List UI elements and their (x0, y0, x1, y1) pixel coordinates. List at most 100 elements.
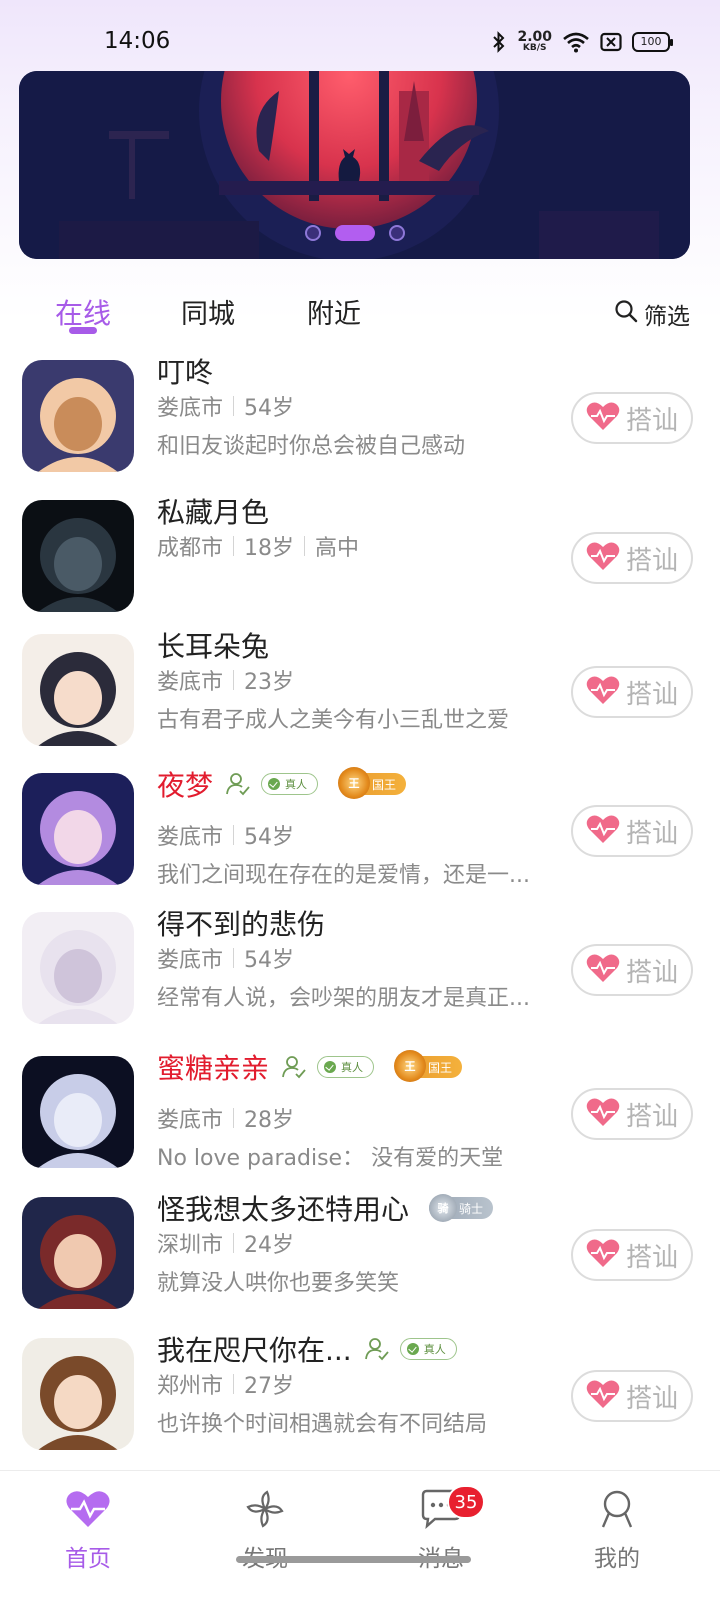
greet-label: 搭讪 (625, 957, 678, 988)
divider (233, 1233, 235, 1253)
battery-icon: 100 (632, 31, 673, 52)
user-name: 得不到的悲伤 (157, 908, 326, 941)
name-line: 夜梦 真人 王国王 (157, 764, 407, 804)
name-line: 我在咫尺你在... 真人 (157, 1329, 457, 1369)
user-city: 娄底市 (157, 1108, 224, 1133)
greet-button[interactable]: 搭讪 (571, 1229, 693, 1281)
message-count-badge: 35 (447, 1485, 485, 1519)
tab-same-city[interactable]: 同城 (181, 292, 235, 331)
divider (233, 1374, 235, 1394)
list-item[interactable]: 蜜糖亲亲 真人 王国王 娄底市 28岁 No love paradise： 没有爱的天堂 搭… (0, 1044, 720, 1174)
user-age: 18岁 (244, 536, 295, 561)
banner-dot-active[interactable] (334, 225, 375, 241)
greet-button[interactable]: 搭讪 (571, 805, 693, 857)
greet-button[interactable]: 搭讪 (571, 1088, 693, 1140)
divider (233, 670, 235, 690)
user-name: 私藏月色 (157, 496, 270, 529)
king-label: 国王 (428, 1060, 453, 1075)
greet-button[interactable]: 搭讪 (571, 666, 693, 718)
user-meta: 深圳市 24岁 (157, 1227, 294, 1259)
heart-icon (586, 1379, 620, 1413)
real-person-badge: 真人 (261, 773, 319, 795)
name-line: 得不到的悲伤 (157, 903, 325, 943)
user-signature: No love paradise： 没有爱的天堂 (157, 1146, 504, 1171)
user-avatar[interactable] (22, 634, 134, 746)
king-rank-badge: 王国王 (394, 1050, 463, 1082)
filter-button[interactable]: 筛选 (614, 297, 690, 331)
greet-label: 搭讪 (625, 1383, 678, 1414)
tab-bar: 在线 同城 附近 筛选 (0, 280, 720, 340)
list-item[interactable]: 夜梦 真人 王国王 娄底市 54岁 我们之间现在存在的是爱情，还是一... 搭讪 (0, 761, 720, 891)
user-meta: 郑州市 27岁 (157, 1368, 294, 1400)
user-avatar[interactable] (22, 1056, 134, 1168)
user-name: 夜梦 (157, 769, 214, 802)
banner-dot[interactable] (388, 225, 405, 241)
user-age: 24岁 (244, 1233, 295, 1258)
pinwheel-icon (245, 1489, 285, 1533)
user-age: 23岁 (244, 670, 295, 695)
banner-pagination (19, 225, 690, 241)
user-age: 54岁 (244, 948, 295, 973)
status-time: 14:06 (104, 28, 171, 54)
user-avatar[interactable] (22, 360, 134, 472)
check-icon (324, 1061, 337, 1073)
banner-carousel[interactable] (19, 71, 690, 259)
sim-off-icon (600, 32, 622, 52)
user-city: 郑州市 (157, 1374, 224, 1399)
verified-person-icon (364, 1337, 390, 1361)
search-icon (614, 299, 638, 329)
user-city: 娄底市 (157, 670, 224, 695)
user-avatar[interactable] (22, 912, 134, 1024)
bluetooth-icon (491, 30, 507, 53)
greet-button[interactable]: 搭讪 (571, 392, 693, 444)
tab-indicator (69, 327, 97, 334)
user-signature: 和旧友谈起时你总会被自己感动 (157, 434, 466, 459)
user-meta: 娄底市 54岁 (157, 819, 294, 851)
status-bar: 14:06 2.00 KB/S 100 (0, 0, 720, 70)
list-item[interactable]: 长耳朵兔 娄底市 23岁 古有君子成人之美今有小三乱世之爱 搭讪 (0, 622, 720, 752)
wifi-icon (562, 31, 590, 53)
name-line: 私藏月色 (157, 491, 269, 531)
divider (233, 1108, 235, 1128)
real-person-badge: 真人 (317, 1056, 375, 1078)
nav-home[interactable]: 首页 (28, 1489, 148, 1573)
user-name: 长耳朵兔 (157, 630, 270, 663)
banner-dot[interactable] (304, 225, 321, 241)
user-avatar[interactable] (22, 1338, 134, 1450)
list-item[interactable]: 私藏月色 成都市 18岁 高中 搭讪 (0, 488, 720, 618)
tab-online[interactable]: 在线 (55, 292, 111, 332)
home-indicator (236, 1556, 471, 1563)
greet-button[interactable]: 搭讪 (571, 1370, 693, 1422)
bottom-nav: 首页 发现 35 消息 (0, 1470, 720, 1600)
user-signature: 就算没人哄你也要多笑笑 (157, 1271, 400, 1296)
tab-nearby[interactable]: 附近 (307, 292, 361, 331)
greet-button[interactable]: 搭讪 (571, 532, 693, 584)
real-person-label: 真人 (285, 778, 308, 791)
divider (233, 825, 235, 845)
real-person-label: 真人 (423, 1343, 446, 1356)
knight-crest-icon: 骑 (429, 1194, 458, 1222)
user-signature: 也许换个时间相遇就会有不同结局 (157, 1412, 488, 1437)
user-name: 蜜糖亲亲 (157, 1052, 270, 1085)
list-item[interactable]: 我在咫尺你在... 真人郑州市 27岁也许换个时间相遇就会有不同结局 搭讪 (0, 1326, 720, 1456)
status-icons: 2.00 KB/S 100 (491, 30, 673, 53)
name-line: 长耳朵兔 (157, 625, 269, 665)
user-avatar[interactable] (22, 1197, 134, 1309)
divider (233, 536, 235, 556)
user-avatar[interactable] (22, 773, 134, 885)
user-avatar[interactable] (22, 500, 134, 612)
user-age: 54岁 (244, 396, 295, 421)
list-item[interactable]: 得不到的悲伤 娄底市 54岁 经常有人说，会吵架的朋友才是真正... 搭讪 (0, 900, 720, 1030)
name-line: 叮咚 (157, 351, 213, 391)
king-crest-icon: 王 (394, 1050, 427, 1082)
user-name: 我在咫尺你在... (157, 1334, 352, 1367)
list-item[interactable]: 叮咚 娄底市 54岁和旧友谈起时你总会被自己感动 搭讪 (0, 348, 720, 478)
user-meta: 娄底市 54岁 (157, 390, 294, 422)
greet-label: 搭讪 (625, 818, 678, 849)
greet-label: 搭讪 (625, 1242, 678, 1273)
nav-profile[interactable]: 我的 (557, 1489, 677, 1573)
list-item[interactable]: 怪我想太多还特用心骑骑士 深圳市 24岁 就算没人哄你也要多笑笑 搭讪 (0, 1185, 720, 1315)
heart-icon (586, 541, 620, 575)
greet-button[interactable]: 搭讪 (571, 944, 693, 996)
user-meta: 娄底市 23岁 (157, 664, 294, 696)
